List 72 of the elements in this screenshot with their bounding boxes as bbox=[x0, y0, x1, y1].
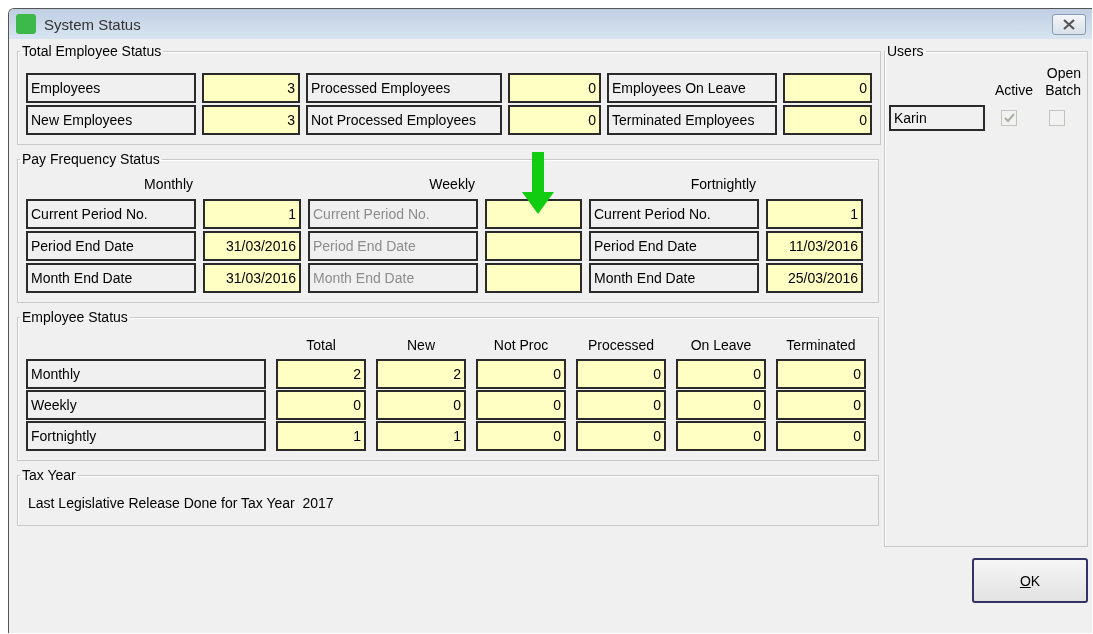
column-heading: Terminated bbox=[785, 337, 857, 353]
group-title: Employee Status bbox=[21, 309, 129, 325]
column-heading: New bbox=[406, 337, 436, 353]
field-label: Month End Date bbox=[26, 263, 196, 293]
field-label: Processed Employees bbox=[306, 73, 502, 103]
value-field: 1 bbox=[766, 199, 863, 229]
value-field: 0 bbox=[776, 421, 866, 451]
value-field: 0 bbox=[476, 390, 566, 420]
value-field: 0 bbox=[776, 390, 866, 420]
value-field: 0 bbox=[508, 73, 601, 103]
field-label: Current Period No. bbox=[589, 199, 759, 229]
field-label: Period End Date bbox=[308, 231, 478, 261]
down-arrow-icon bbox=[522, 152, 554, 214]
value-field: 0 bbox=[576, 359, 666, 389]
column-heading: Weekly bbox=[428, 176, 476, 192]
value-field: 31/03/2016 bbox=[203, 231, 301, 261]
group-title: Tax Year bbox=[21, 467, 77, 483]
field-label: New Employees bbox=[26, 105, 196, 135]
value-field: 0 bbox=[676, 390, 766, 420]
field-label: Period End Date bbox=[589, 231, 759, 261]
column-heading: Active bbox=[993, 82, 1033, 100]
app-icon bbox=[16, 14, 36, 34]
ok-button[interactable]: OK bbox=[972, 558, 1088, 603]
row-label: Monthly bbox=[26, 359, 266, 389]
group-title: Total Employee Status bbox=[21, 43, 163, 59]
value-field: 0 bbox=[276, 390, 366, 420]
field-label: Employees On Leave bbox=[607, 73, 777, 103]
value-field: 0 bbox=[783, 73, 872, 103]
value-field: 0 bbox=[676, 421, 766, 451]
value-field: 1 bbox=[276, 421, 366, 451]
field-label: Month End Date bbox=[589, 263, 759, 293]
close-icon bbox=[1062, 18, 1076, 30]
row-label: Weekly bbox=[26, 390, 266, 420]
column-heading: Monthly bbox=[142, 176, 194, 192]
value-field: 1 bbox=[376, 421, 466, 451]
value-field: 3 bbox=[202, 105, 300, 135]
close-button[interactable] bbox=[1052, 13, 1086, 35]
value-field: 25/03/2016 bbox=[766, 263, 863, 293]
field-label: Month End Date bbox=[308, 263, 478, 293]
tax-year-text: Last Legislative Release Done for Tax Year 2017 bbox=[27, 494, 335, 511]
field-label: Terminated Employees bbox=[607, 105, 777, 135]
value-field: 0 bbox=[376, 390, 466, 420]
value-field: 2 bbox=[276, 359, 366, 389]
value-field: 0 bbox=[783, 105, 872, 135]
field-label: Period End Date bbox=[26, 231, 196, 261]
value-field: 2 bbox=[376, 359, 466, 389]
value-field: 0 bbox=[576, 421, 666, 451]
value-field: 0 bbox=[476, 359, 566, 389]
value-field: 0 bbox=[676, 359, 766, 389]
value-field: 1 bbox=[203, 199, 301, 229]
value-field: 0 bbox=[476, 421, 566, 451]
field-label: Employees bbox=[26, 73, 196, 103]
group-title: Users bbox=[886, 43, 925, 59]
field-label: Current Period No. bbox=[308, 199, 478, 229]
column-heading: Open Batch bbox=[1044, 65, 1081, 100]
value-field: 11/03/2016 bbox=[766, 231, 863, 261]
field-label: Not Processed Employees bbox=[306, 105, 502, 135]
column-heading: Fortnightly bbox=[689, 176, 757, 192]
value-field: 31/03/2016 bbox=[203, 263, 301, 293]
field-label: Current Period No. bbox=[26, 199, 196, 229]
value-field: 0 bbox=[508, 105, 601, 135]
column-heading: Total bbox=[305, 337, 337, 353]
row-label: Fortnightly bbox=[26, 421, 266, 451]
column-heading: On Leave bbox=[689, 337, 753, 353]
group-title: Pay Frequency Status bbox=[21, 151, 161, 167]
column-heading: Processed bbox=[586, 337, 656, 353]
user-name: Karin bbox=[889, 105, 985, 131]
value-field: 0 bbox=[776, 359, 866, 389]
column-heading: Not Proc bbox=[492, 337, 550, 353]
value-field: 3 bbox=[202, 73, 300, 103]
value-field: 0 bbox=[576, 390, 666, 420]
window-title: System Status bbox=[44, 15, 142, 33]
